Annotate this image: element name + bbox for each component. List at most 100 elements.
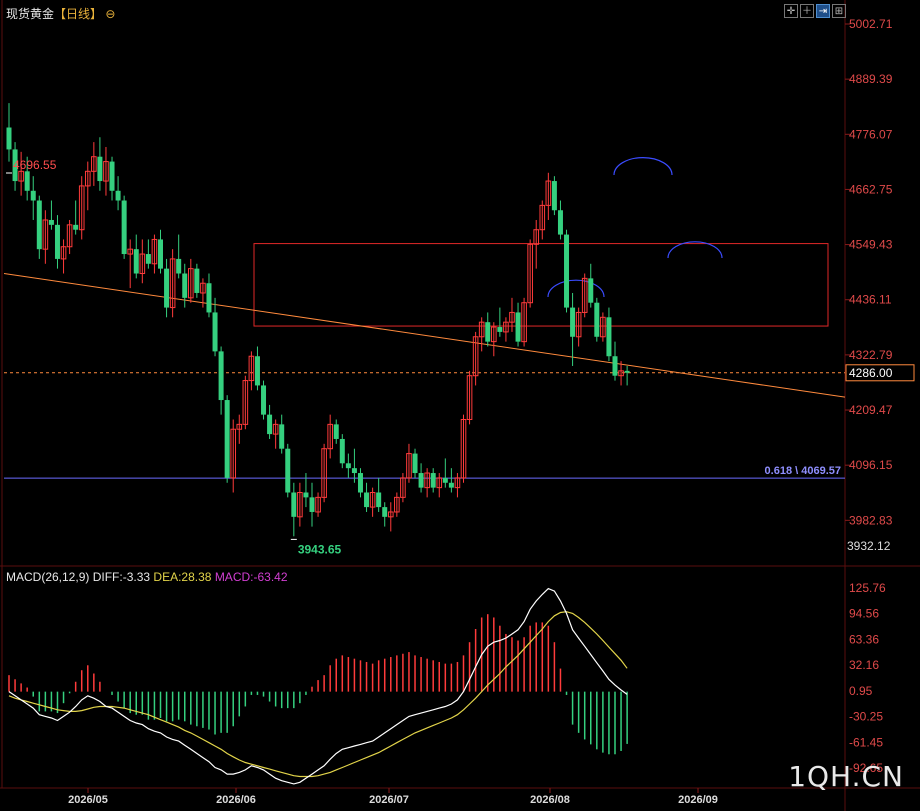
candle-body[interactable] xyxy=(182,273,188,298)
candle-body[interactable] xyxy=(279,424,285,449)
price-tick-label: 4436.11 xyxy=(849,293,892,307)
candle-body[interactable] xyxy=(30,190,36,201)
candle-body[interactable] xyxy=(551,181,557,211)
candle-body[interactable] xyxy=(357,473,363,493)
macd-tick-label: -30.25 xyxy=(849,710,883,724)
candle-body[interactable] xyxy=(303,492,309,498)
high-label: 4696.55 xyxy=(13,158,57,172)
macd-macd-value: MACD:-63.42 xyxy=(214,570,288,584)
candle-body[interactable] xyxy=(594,302,600,337)
macd-tick-label: 63.36 xyxy=(849,632,879,646)
candle-body[interactable] xyxy=(194,268,200,293)
macd-dea-value: DEA:28.38 xyxy=(153,570,212,584)
date-tick-label: 2026/08 xyxy=(530,794,570,806)
candle-body[interactable] xyxy=(164,268,170,308)
instrument-name: 现货黄金 xyxy=(6,7,55,21)
chart-stage: 5002.71 4889.39 4776.07 4662.75 4549.43 4436.… xyxy=(0,0,920,811)
pattern-arc[interactable] xyxy=(613,157,673,176)
settings-icon[interactable]: ⊖ xyxy=(105,7,115,21)
candle-body[interactable] xyxy=(497,327,503,332)
pattern-arc[interactable] xyxy=(667,241,723,259)
macd-tick-label: 125.76 xyxy=(849,581,886,595)
candle-body[interactable] xyxy=(158,239,163,269)
candle-body[interactable] xyxy=(333,424,339,439)
price-tick-label: 4096.15 xyxy=(849,458,893,472)
candle-body[interactable] xyxy=(570,307,576,337)
pattern-arc[interactable] xyxy=(547,279,605,298)
price-tick-label: 5002.71 xyxy=(849,17,893,31)
add-icon[interactable]: ＋ xyxy=(800,4,814,18)
macd-tick-label: 0.95 xyxy=(849,684,873,698)
date-tick-label: 2026/09 xyxy=(678,794,718,806)
price-tick-label: 4209.47 xyxy=(849,403,893,417)
candle-body[interactable] xyxy=(588,278,594,303)
candle-body[interactable] xyxy=(291,492,297,517)
price-tick-label: 4889.39 xyxy=(849,72,893,86)
macd-tick-label: -61.45 xyxy=(849,735,883,749)
low-label: 3943.65 xyxy=(298,542,342,556)
price-tick-label: 4549.43 xyxy=(849,238,893,252)
macd-layer xyxy=(8,587,628,785)
candle-body[interactable] xyxy=(485,322,491,342)
candle-body[interactable] xyxy=(515,312,521,342)
candle-body[interactable] xyxy=(73,224,79,230)
candle-body[interactable] xyxy=(442,477,448,483)
candle-body[interactable] xyxy=(115,190,121,201)
scroll-icon[interactable]: ⇥ xyxy=(816,4,830,18)
candle-body[interactable] xyxy=(345,463,351,469)
candle-body[interactable] xyxy=(6,127,12,150)
candle-body[interactable] xyxy=(624,370,630,373)
site-watermark: 1QH.CN xyxy=(788,760,904,793)
crosshair-icon[interactable]: ✛ xyxy=(784,4,798,18)
candle-body[interactable] xyxy=(364,492,370,508)
candle-body[interactable] xyxy=(557,210,563,235)
price-tick-label: 4776.07 xyxy=(849,127,893,141)
macd-name: MACD(26,12,9) xyxy=(6,570,90,584)
candle-body[interactable] xyxy=(376,492,382,508)
candle-body[interactable] xyxy=(224,400,230,478)
chart-canvas[interactable]: 5002.71 4889.39 4776.07 4662.75 4549.43 4436.… xyxy=(0,0,920,811)
candle-body[interactable] xyxy=(382,507,388,517)
candle-body[interactable] xyxy=(24,171,30,191)
candle-body[interactable] xyxy=(339,438,345,464)
candle-body[interactable] xyxy=(412,453,418,474)
candle-body[interactable] xyxy=(212,312,218,352)
candle-body[interactable] xyxy=(430,473,436,488)
date-tick-label: 2026/07 xyxy=(369,794,409,806)
candle-body[interactable] xyxy=(145,254,151,264)
candle-body[interactable] xyxy=(121,200,127,255)
period-label[interactable]: 【日线】 xyxy=(54,7,102,21)
candle-body[interactable] xyxy=(564,234,570,308)
macd-tick-label: 32.16 xyxy=(849,658,879,672)
trend-line[interactable] xyxy=(3,273,846,398)
candle-body[interactable] xyxy=(612,356,618,376)
candle-body[interactable] xyxy=(218,351,224,401)
candle-body[interactable] xyxy=(133,249,139,274)
candle-body[interactable] xyxy=(448,482,454,488)
candle-body[interactable] xyxy=(606,317,612,357)
candle-body[interactable] xyxy=(48,219,54,225)
candle-body[interactable] xyxy=(206,283,212,313)
candle-body[interactable] xyxy=(97,156,103,182)
candle-body[interactable] xyxy=(351,468,357,474)
candle-body[interactable] xyxy=(176,258,182,274)
consolidation-box[interactable] xyxy=(253,243,829,327)
grid-layer: 5002.71 4889.39 4776.07 4662.75 4549.43 4436.… xyxy=(0,0,920,811)
last-price-label: 4286.00 xyxy=(849,366,893,380)
candle-body[interactable] xyxy=(261,385,267,415)
candle-body[interactable] xyxy=(285,448,291,493)
candle-body[interactable] xyxy=(36,200,42,250)
candle-body[interactable] xyxy=(109,161,115,191)
price-axis-bottom-label: 3932.12 xyxy=(847,539,891,553)
candle-body[interactable] xyxy=(309,497,315,512)
chart-title: 现货黄金【日线】 ⊖ xyxy=(6,5,115,22)
candle-body[interactable] xyxy=(254,356,260,386)
indicator-icon[interactable]: ⊞ xyxy=(832,4,846,18)
candle-body[interactable] xyxy=(267,414,273,435)
candle-body[interactable] xyxy=(54,224,60,259)
macd-tick-label: 94.56 xyxy=(849,607,879,621)
price-tick-label: 4662.75 xyxy=(849,182,893,196)
date-tick-label: 2026/06 xyxy=(216,794,256,806)
candle-body[interactable] xyxy=(418,473,424,488)
date-tick-label: 2026/05 xyxy=(68,794,108,806)
